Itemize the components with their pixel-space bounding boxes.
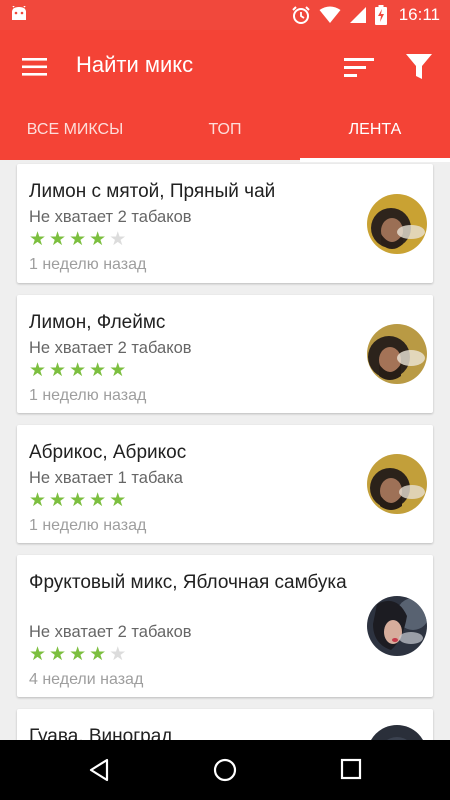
filter-icon[interactable] bbox=[405, 52, 433, 82]
signal-icon bbox=[349, 7, 366, 23]
mix-rating: ★ ★ ★ ★ ★ bbox=[29, 645, 126, 665]
page-title: Найти микс bbox=[76, 52, 194, 77]
status-time: 16:11 bbox=[398, 5, 440, 24]
mix-title: Абрикос, Абрикос bbox=[29, 442, 187, 463]
mix-missing-tobaccos: Не хватает 2 табаков bbox=[29, 339, 192, 357]
star-icon: ★ bbox=[49, 229, 67, 250]
star-icon: ★ bbox=[89, 229, 107, 250]
navigation-bar bbox=[0, 740, 450, 800]
star-icon: ★ bbox=[109, 644, 127, 665]
star-icon: ★ bbox=[89, 644, 107, 665]
star-icon: ★ bbox=[69, 644, 87, 665]
tab-bar: ВСЕ МИКСЫ ТОП ЛЕНТА bbox=[0, 104, 450, 162]
sort-icon[interactable] bbox=[344, 54, 376, 82]
wifi-icon bbox=[319, 6, 341, 23]
tab-feed[interactable]: ЛЕНТА bbox=[300, 104, 450, 162]
star-icon: ★ bbox=[29, 360, 47, 381]
star-icon: ★ bbox=[89, 490, 107, 511]
tab-top[interactable]: ТОП bbox=[150, 104, 300, 160]
star-icon: ★ bbox=[29, 229, 47, 250]
mix-card[interactable]: Лимон, Флеймс Не хватает 2 табаков ★ ★ ★ ★ ★… bbox=[17, 295, 433, 413]
star-icon: ★ bbox=[49, 360, 67, 381]
star-icon: ★ bbox=[29, 490, 47, 511]
star-icon: ★ bbox=[89, 360, 107, 381]
mix-title: Гуава, Виноград bbox=[29, 726, 173, 740]
back-icon[interactable] bbox=[88, 758, 110, 782]
mix-rating: ★ ★ ★ ★ ★ bbox=[29, 230, 126, 250]
author-avatar[interactable] bbox=[367, 596, 427, 656]
recent-apps-icon[interactable] bbox=[340, 758, 362, 780]
mix-title: Лимон с мятой, Пряный чай bbox=[29, 181, 276, 202]
author-avatar[interactable] bbox=[367, 324, 427, 384]
star-icon: ★ bbox=[49, 490, 67, 511]
tab-all-mixes[interactable]: ВСЕ МИКСЫ bbox=[0, 104, 150, 160]
mix-rating: ★ ★ ★ ★ ★ bbox=[29, 491, 126, 511]
star-icon: ★ bbox=[109, 229, 127, 250]
home-icon[interactable] bbox=[213, 758, 237, 782]
star-icon: ★ bbox=[69, 360, 87, 381]
star-icon: ★ bbox=[109, 490, 127, 511]
mix-time: 1 неделю назад bbox=[29, 387, 147, 404]
author-avatar[interactable] bbox=[367, 454, 427, 514]
mix-rating: ★ ★ ★ ★ ★ bbox=[29, 361, 126, 381]
status-icons: 16:11 bbox=[291, 0, 440, 30]
alarm-icon bbox=[292, 6, 310, 24]
mix-card[interactable]: Гуава, Виноград bbox=[17, 709, 433, 740]
mix-time: 4 недели назад bbox=[29, 671, 144, 688]
mix-list[interactable]: Лимон с мятой, Пряный чай Не хватает 2 т… bbox=[0, 160, 450, 740]
star-icon: ★ bbox=[49, 644, 67, 665]
mix-card[interactable]: Абрикос, Абрикос Не хватает 1 табака ★ ★ ★… bbox=[17, 425, 433, 543]
android-notification-icon bbox=[12, 6, 26, 20]
star-icon: ★ bbox=[29, 644, 47, 665]
menu-icon[interactable] bbox=[22, 55, 48, 79]
mix-missing-tobaccos: Не хватает 2 табаков bbox=[29, 623, 192, 641]
star-icon: ★ bbox=[109, 360, 127, 381]
author-avatar[interactable] bbox=[367, 194, 427, 254]
mix-card[interactable]: Лимон с мятой, Пряный чай Не хватает 2 т… bbox=[17, 164, 433, 283]
mix-missing-tobaccos: Не хватает 2 табаков bbox=[29, 208, 192, 226]
mix-title: Лимон, Флеймс bbox=[29, 312, 166, 333]
author-avatar[interactable] bbox=[367, 725, 427, 740]
mix-time: 1 неделю назад bbox=[29, 256, 147, 273]
status-bar: 16:11 bbox=[0, 0, 450, 30]
mix-card[interactable]: Фруктовый микс, Яблочная самбука Не хват… bbox=[17, 555, 433, 697]
mix-missing-tobaccos: Не хватает 1 табака bbox=[29, 469, 183, 487]
star-icon: ★ bbox=[69, 490, 87, 511]
app-bar: Найти микс bbox=[0, 30, 450, 104]
mix-time: 1 неделю назад bbox=[29, 517, 147, 534]
star-icon: ★ bbox=[69, 229, 87, 250]
mix-title: Фруктовый микс, Яблочная самбука bbox=[29, 572, 347, 593]
battery-charging-icon bbox=[374, 5, 387, 25]
